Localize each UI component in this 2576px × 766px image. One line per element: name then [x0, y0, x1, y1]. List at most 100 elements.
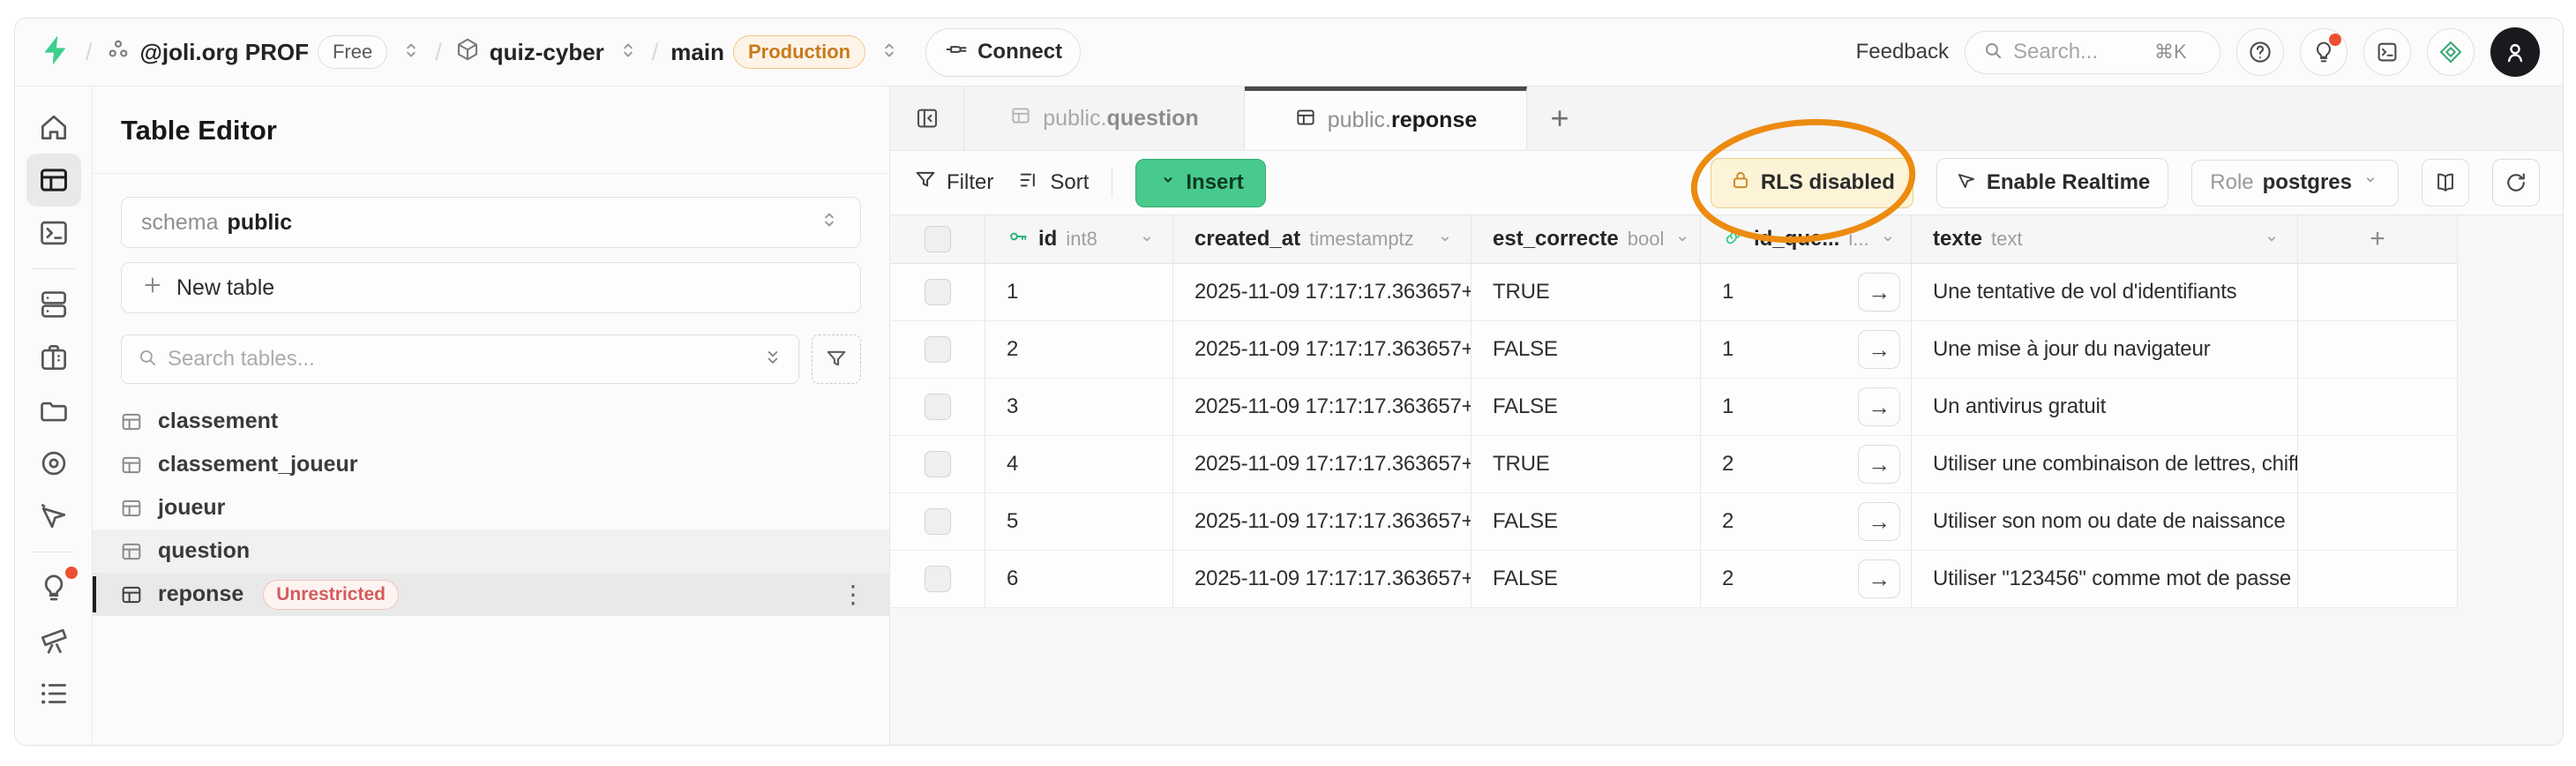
- table-options-kebab-icon[interactable]: ⋮: [841, 580, 866, 609]
- cell-est-correcte[interactable]: FALSE: [1471, 551, 1701, 608]
- foreign-key-arrow-button[interactable]: →: [1858, 559, 1900, 598]
- branching-diamond-button[interactable]: [2427, 28, 2475, 76]
- cell-empty[interactable]: [2298, 321, 2458, 379]
- branch-switcher-chevron-icon[interactable]: [878, 39, 901, 66]
- global-search[interactable]: ⌘K: [1965, 31, 2220, 74]
- table-list-item-classement[interactable]: classement: [93, 400, 889, 443]
- search-input[interactable]: [2013, 40, 2145, 64]
- rail-advisors-icon[interactable]: [26, 561, 81, 614]
- double-chevron-down-icon[interactable]: [761, 346, 784, 373]
- table-search[interactable]: [121, 334, 799, 384]
- feedback-link[interactable]: Feedback: [1856, 40, 1949, 64]
- cell-id[interactable]: 1: [985, 264, 1173, 321]
- tab-public-question[interactable]: public.question: [964, 86, 1245, 150]
- cell-empty[interactable]: [2298, 493, 2458, 551]
- user-avatar[interactable]: [2490, 27, 2540, 77]
- role-select[interactable]: Role postgres: [2191, 160, 2399, 207]
- rail-home-icon[interactable]: [26, 101, 81, 154]
- cell-empty[interactable]: [2298, 264, 2458, 321]
- chevron-down-icon[interactable]: [1878, 229, 1898, 249]
- cell-est-correcte[interactable]: FALSE: [1471, 493, 1701, 551]
- cell-id-question[interactable]: 2→: [1701, 436, 1912, 493]
- rail-sql-editor-icon[interactable]: [26, 207, 81, 259]
- cell-id[interactable]: 2: [985, 321, 1173, 379]
- breadcrumb-branch[interactable]: main Production: [670, 35, 865, 69]
- refresh-button[interactable]: [2492, 159, 2540, 207]
- cell-created-at[interactable]: 2025-11-09 17:17:17.363657+00: [1173, 379, 1471, 436]
- project-switcher-chevron-icon[interactable]: [617, 39, 640, 66]
- chevron-down-icon[interactable]: [1137, 229, 1157, 249]
- connect-button[interactable]: Connect: [925, 28, 1081, 77]
- rls-disabled-button[interactable]: RLS disabled: [1711, 158, 1913, 208]
- row-checkbox[interactable]: [890, 493, 985, 551]
- cell-est-correcte[interactable]: FALSE: [1471, 321, 1701, 379]
- row-checkbox[interactable]: [890, 551, 985, 608]
- row-checkbox[interactable]: [890, 321, 985, 379]
- cell-id[interactable]: 3: [985, 379, 1173, 436]
- api-docs-button[interactable]: [2422, 159, 2469, 207]
- new-table-button[interactable]: New table: [121, 262, 861, 313]
- cell-id[interactable]: 6: [985, 551, 1173, 608]
- cell-created-at[interactable]: 2025-11-09 17:17:17.363657+00: [1173, 493, 1471, 551]
- table-list-item-classement-joueur[interactable]: classement_joueur: [93, 443, 889, 486]
- cell-empty[interactable]: [2298, 436, 2458, 493]
- select-all-checkbox[interactable]: [890, 215, 985, 264]
- collapse-sidebar-icon[interactable]: [890, 86, 964, 150]
- foreign-key-arrow-button[interactable]: →: [1858, 330, 1900, 369]
- cell-texte[interactable]: Une tentative de vol d'identifiants: [1912, 264, 2298, 321]
- column-header-created-at[interactable]: created_attimestamptz: [1173, 215, 1471, 264]
- cell-est-correcte[interactable]: TRUE: [1471, 264, 1701, 321]
- command-terminal-button[interactable]: [2363, 28, 2411, 76]
- foreign-key-arrow-button[interactable]: →: [1858, 273, 1900, 312]
- new-tab-button[interactable]: +: [1527, 86, 1592, 150]
- cell-id-question[interactable]: 2→: [1701, 493, 1912, 551]
- column-header-est-correcte[interactable]: est_correctebool: [1471, 215, 1701, 264]
- cell-created-at[interactable]: 2025-11-09 17:17:17.363657+00: [1173, 436, 1471, 493]
- cell-empty[interactable]: [2298, 551, 2458, 608]
- cell-id-question[interactable]: 1→: [1701, 321, 1912, 379]
- foreign-key-arrow-button[interactable]: →: [1858, 502, 1900, 541]
- rail-storage-icon[interactable]: [26, 384, 81, 437]
- chevron-down-icon[interactable]: [1435, 229, 1455, 249]
- table-search-input[interactable]: [168, 347, 753, 372]
- column-header-texte[interactable]: textetext: [1912, 215, 2298, 264]
- cell-id[interactable]: 4: [985, 436, 1173, 493]
- rail-logs-icon[interactable]: [26, 667, 81, 720]
- help-button[interactable]: [2236, 28, 2284, 76]
- cell-id-question[interactable]: 1→: [1701, 379, 1912, 436]
- insert-button[interactable]: Insert: [1135, 159, 1265, 207]
- cell-texte[interactable]: Une mise à jour du navigateur: [1912, 321, 2298, 379]
- cell-est-correcte[interactable]: TRUE: [1471, 436, 1701, 493]
- rail-database-icon[interactable]: [26, 278, 81, 331]
- table-filter-button[interactable]: [812, 334, 861, 384]
- supabase-logo-icon[interactable]: [38, 33, 73, 72]
- table-list-item-question[interactable]: question: [93, 529, 889, 573]
- add-column-button[interactable]: +: [2298, 215, 2458, 264]
- chevron-down-icon[interactable]: [1673, 229, 1692, 249]
- chevron-down-icon[interactable]: [2262, 229, 2281, 249]
- rail-realtime-icon[interactable]: [26, 490, 81, 543]
- cell-est-correcte[interactable]: FALSE: [1471, 379, 1701, 436]
- sort-button[interactable]: Sort: [1016, 168, 1089, 199]
- table-list-item-joueur[interactable]: joueur: [93, 486, 889, 529]
- cell-id[interactable]: 5: [985, 493, 1173, 551]
- cell-texte[interactable]: Utiliser une combinaison de lettres, chi…: [1912, 436, 2298, 493]
- table-list-item-reponse[interactable]: reponse Unrestricted ⋮: [93, 573, 889, 616]
- cell-id-question[interactable]: 2→: [1701, 551, 1912, 608]
- cell-created-at[interactable]: 2025-11-09 17:17:17.363657+00: [1173, 321, 1471, 379]
- rail-authentication-icon[interactable]: [26, 331, 81, 384]
- column-header-id[interactable]: idint8: [985, 215, 1173, 264]
- row-checkbox[interactable]: [890, 436, 985, 493]
- schema-select[interactable]: schema public: [121, 197, 861, 248]
- foreign-key-arrow-button[interactable]: →: [1858, 445, 1900, 484]
- cell-texte[interactable]: Utiliser "123456" comme mot de passe: [1912, 551, 2298, 608]
- cell-texte[interactable]: Utiliser son nom ou date de naissance: [1912, 493, 2298, 551]
- rail-reports-icon[interactable]: [26, 614, 81, 667]
- row-checkbox[interactable]: [890, 264, 985, 321]
- notifications-button[interactable]: [2300, 28, 2348, 76]
- org-switcher-chevron-icon[interactable]: [400, 39, 423, 66]
- cell-empty[interactable]: [2298, 379, 2458, 436]
- filter-button[interactable]: Filter: [913, 168, 993, 199]
- cell-created-at[interactable]: 2025-11-09 17:17:17.363657+00: [1173, 264, 1471, 321]
- cell-id-question[interactable]: 1→: [1701, 264, 1912, 321]
